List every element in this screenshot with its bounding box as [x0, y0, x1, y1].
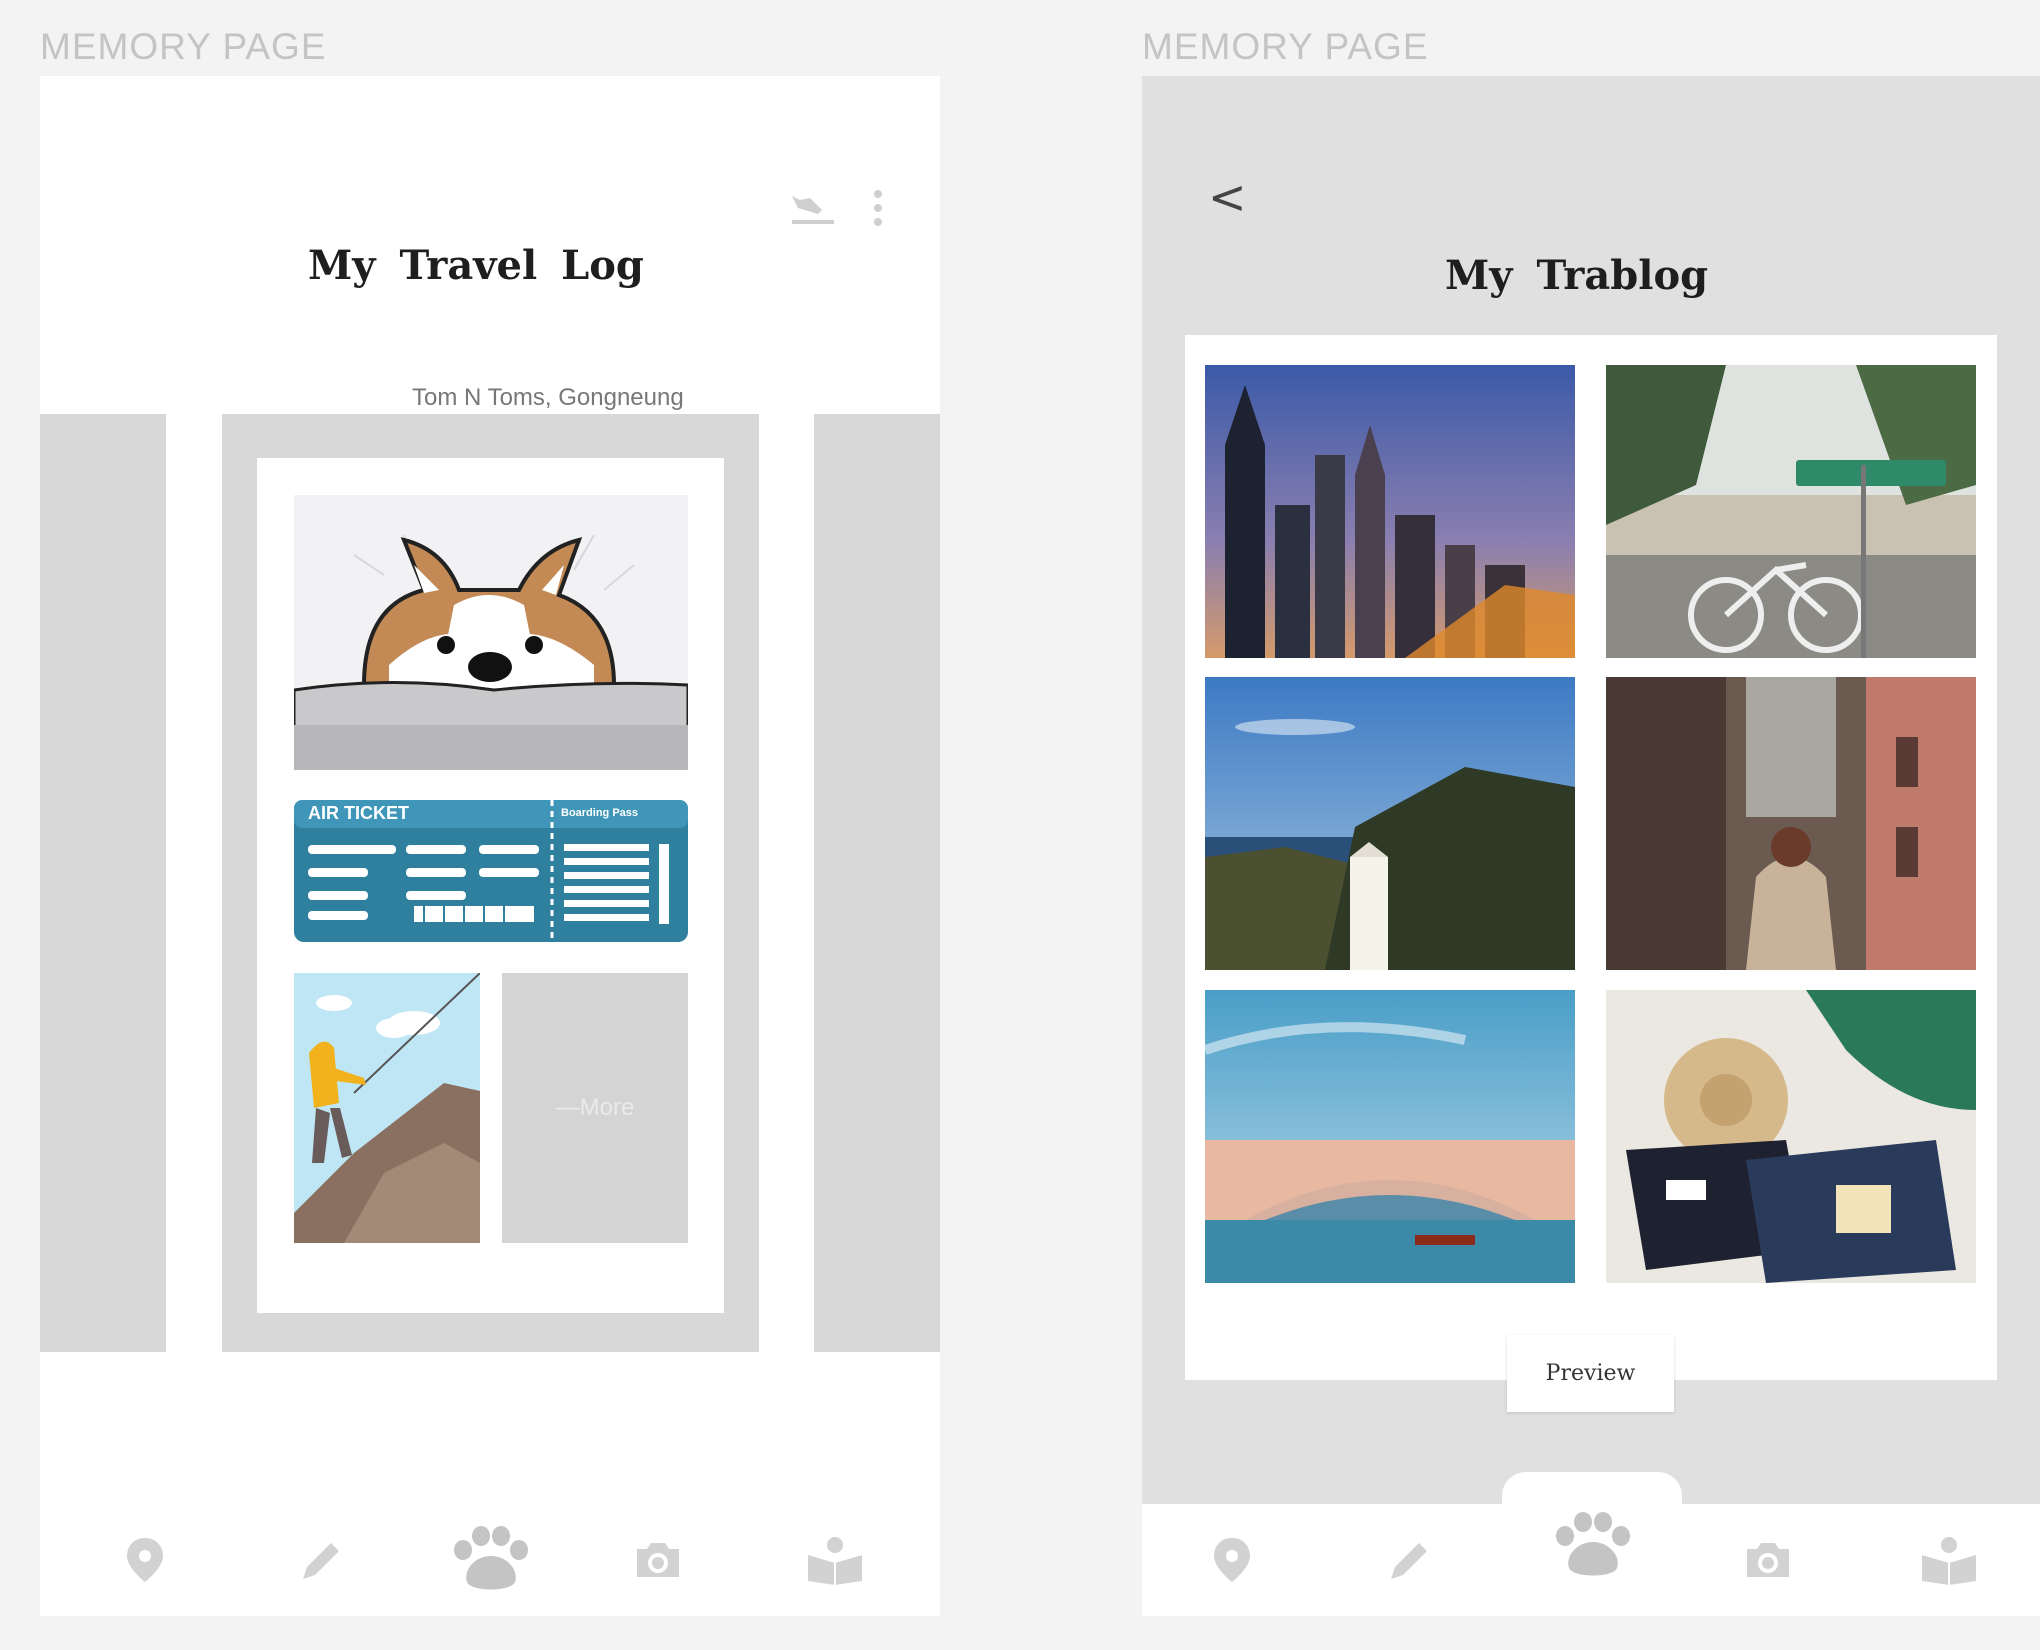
air-ticket-sticker[interactable]: AIR TICKET Boarding Pass	[294, 800, 688, 942]
nav-tab-write[interactable]	[1355, 1504, 1465, 1616]
section-label-right: MEMORY PAGE	[1142, 26, 1429, 67]
climber-sticker[interactable]	[294, 973, 480, 1243]
photo-milk-carton[interactable]	[1205, 677, 1575, 970]
paw-icon	[1556, 1512, 1630, 1576]
nav-tab-write[interactable]	[267, 1504, 377, 1616]
page-title: My Travel Log	[308, 242, 644, 289]
location-subtitle: Tom N Toms, Gongneung	[412, 384, 684, 411]
bottom-navbar	[40, 1504, 940, 1616]
ticket-stub-heading: Boarding Pass	[561, 807, 639, 819]
bottom-navbar	[1142, 1472, 2040, 1616]
page-title: My Trablog	[1445, 252, 1709, 299]
memory-page-sheet: AIR TICKET Boarding Pass —More	[257, 458, 724, 1313]
nav-tab-location[interactable]	[1177, 1504, 1287, 1616]
camera-icon	[1747, 1543, 1789, 1577]
page-preview-right[interactable]	[814, 414, 940, 1352]
nav-tab-memory[interactable]	[1537, 1490, 1647, 1602]
page-preview-left[interactable]	[40, 414, 166, 1352]
book-reader-icon	[808, 1537, 862, 1585]
book-reader-icon	[1922, 1537, 1976, 1585]
photo-venice-bridge[interactable]	[1205, 990, 1575, 1283]
location-pin-icon	[127, 1538, 163, 1582]
section-label-left: MEMORY PAGE	[40, 26, 327, 67]
preview-button[interactable]: Preview	[1507, 1335, 1674, 1412]
back-button[interactable]: <	[1208, 170, 1247, 224]
more-button[interactable]: —More	[502, 973, 688, 1243]
paw-icon	[454, 1526, 528, 1590]
ticket-heading: AIR TICKET	[308, 803, 409, 823]
trablog-screen: < My Trablog Preview	[1142, 76, 2040, 1616]
camera-icon	[637, 1543, 679, 1577]
photo-city-skyline[interactable]	[1205, 365, 1575, 658]
nav-tab-memory[interactable]	[435, 1504, 545, 1616]
nav-tab-library[interactable]	[780, 1504, 890, 1616]
nav-tab-camera[interactable]	[1713, 1504, 1823, 1616]
location-pin-icon	[1214, 1538, 1250, 1582]
photo-alley-backpacker[interactable]	[1606, 677, 1976, 970]
more-vertical-icon[interactable]	[870, 188, 886, 233]
corgi-sticker[interactable]	[294, 495, 688, 770]
nav-tab-camera[interactable]	[603, 1504, 713, 1616]
photo-street-bicycle[interactable]	[1606, 365, 1976, 658]
nav-tab-library[interactable]	[1894, 1504, 2004, 1616]
nav-tab-location[interactable]	[90, 1504, 200, 1616]
pencil-icon	[1391, 1543, 1427, 1579]
photo-grid-card	[1185, 335, 1997, 1380]
pencil-icon	[303, 1543, 339, 1579]
photo-suitcase-hat[interactable]	[1606, 990, 1976, 1283]
travel-log-screen: My Travel Log Tom N Toms, Gongneung AIR …	[40, 76, 940, 1616]
flight-landing-icon[interactable]	[788, 188, 836, 233]
